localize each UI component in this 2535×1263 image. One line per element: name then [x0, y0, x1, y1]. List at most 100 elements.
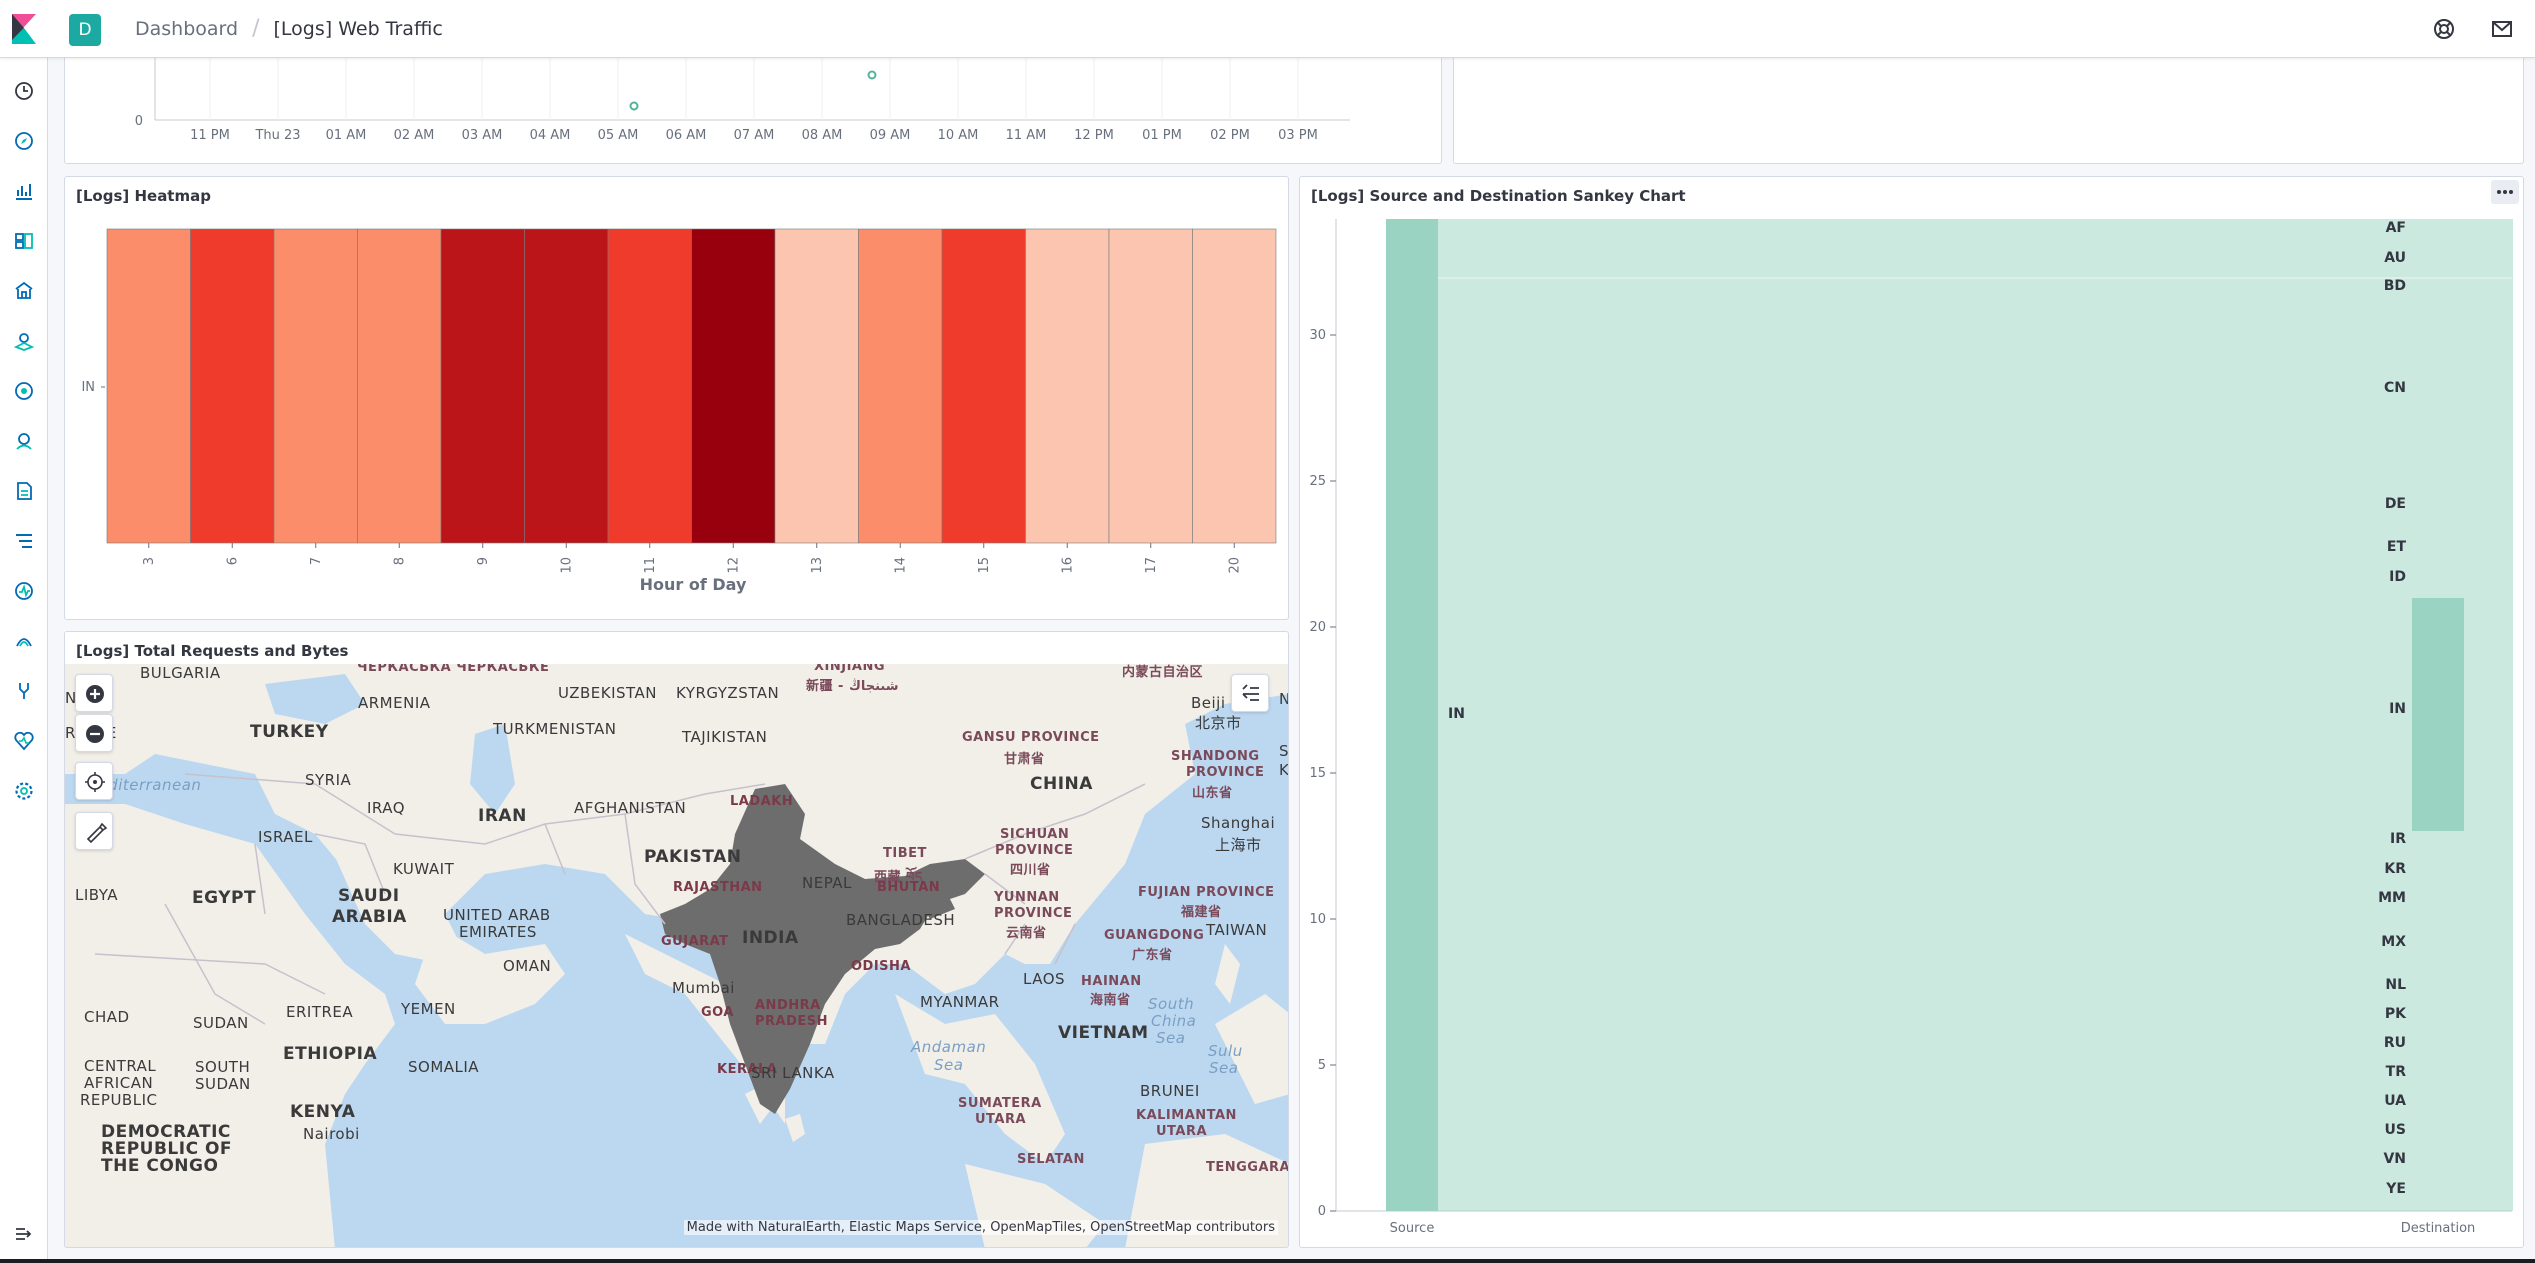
- uptime-icon[interactable]: [13, 580, 35, 602]
- map-label: ERITREA: [286, 1003, 354, 1021]
- map-label: TAIWAN: [1206, 921, 1268, 939]
- map-label: XINJIANG: [814, 664, 886, 674]
- sankey-link[interactable]: [1438, 219, 2513, 1211]
- visualize-icon[interactable]: [13, 180, 35, 202]
- clock-icon[interactable]: [13, 80, 35, 102]
- map-label: South: [1148, 995, 1195, 1013]
- sankey-destination-label: IR: [2390, 831, 2406, 847]
- devtools-icon[interactable]: [13, 680, 35, 702]
- map-label: China: [1151, 1012, 1197, 1030]
- heatmap-cell[interactable]: [524, 228, 609, 544]
- layer-control-button[interactable]: [1231, 674, 1269, 712]
- help-icon[interactable]: [2432, 17, 2456, 41]
- map-label: 广东省: [1132, 948, 1173, 963]
- ml-icon[interactable]: [13, 380, 35, 402]
- map-label: LAOS: [1023, 970, 1066, 988]
- maps-icon[interactable]: [13, 330, 35, 352]
- map-attribution[interactable]: Made with NaturalEarth, Elastic Maps Ser…: [683, 1220, 1278, 1235]
- map-label: AFRICAN: [84, 1074, 154, 1092]
- zoom-out-button[interactable]: [75, 714, 113, 752]
- map-label: GOA: [701, 1005, 734, 1020]
- sankey-destination-label: PK: [2385, 1006, 2407, 1022]
- map-canvas[interactable]: BULGARIANIAЧЕРКАСЬКА ЧЕРКАСЬКЕARMENIAUZB…: [65, 664, 1289, 1247]
- compass-icon[interactable]: [13, 130, 35, 152]
- heatmap-cell[interactable]: [941, 228, 1026, 544]
- sankey-destination-label: UA: [2384, 1093, 2406, 1109]
- heatmap-cell[interactable]: [440, 228, 525, 544]
- canvas-icon[interactable]: [13, 280, 35, 302]
- infra-icon[interactable]: [13, 430, 35, 452]
- siem-icon[interactable]: [13, 630, 35, 652]
- x-tick-label: 07 AM: [734, 128, 775, 143]
- sankey-source-node[interactable]: [1386, 219, 1438, 1211]
- map-label: Nairobi: [303, 1125, 360, 1143]
- map-label: PROVINCE: [994, 906, 1073, 921]
- sankey-source-axis-label: Source: [1390, 1221, 1435, 1236]
- map-label: BRUNEI: [1140, 1082, 1200, 1100]
- heatmap-chart: IN 3 6 7 8 9 10 11 12 13 14 15 16 17 20 Hour of Day: [81, 228, 1277, 594]
- heatmap-x-tick: 17: [1144, 557, 1159, 574]
- sankey-chart: 0 5 10 15 20 25 30 IN AF AU BD CN DE ET ID IN IR KR MM MX…: [1309, 219, 2513, 1236]
- heatmap-x-tick: 14: [893, 557, 908, 574]
- map-label: SOMALIA: [408, 1058, 480, 1076]
- heatmap-cell[interactable]: [1192, 228, 1277, 544]
- sankey-y-tick: 10: [1309, 912, 1326, 927]
- sankey-destination-node-in[interactable]: [2412, 598, 2464, 831]
- map-label: EGYPT: [192, 888, 257, 908]
- kibana-logo[interactable]: [10, 14, 38, 44]
- monitoring-icon[interactable]: [13, 730, 35, 752]
- heatmap-cell[interactable]: [1025, 228, 1110, 544]
- map-label: UTARA: [975, 1112, 1027, 1127]
- mail-icon[interactable]: [2490, 17, 2514, 41]
- map-label: SOUTH: [195, 1058, 251, 1076]
- scatter-point[interactable]: [867, 70, 877, 80]
- map-label: Sulu: [1208, 1042, 1243, 1060]
- map-label: 福建省: [1181, 905, 1222, 920]
- map-label: SHANDONG: [1171, 749, 1260, 764]
- collapse-nav-icon[interactable]: [13, 1223, 35, 1245]
- map-label: GANSU PROVINCE: [962, 730, 1100, 745]
- x-tick-label: 02 PM: [1210, 128, 1250, 143]
- map-label: FUJIAN PROVINCE: [1138, 885, 1275, 900]
- sankey-y-tick: 0: [1318, 1204, 1326, 1219]
- map-label: SUMATERA: [958, 1096, 1042, 1111]
- map-label: PROVINCE: [995, 843, 1074, 858]
- map-label: OMAN: [503, 957, 552, 975]
- map-label: TENGGARA: [1206, 1160, 1289, 1175]
- map-label: CENTRAL: [84, 1057, 157, 1075]
- scatter-point[interactable]: [629, 101, 639, 111]
- dashboard-icon[interactable]: [13, 230, 35, 252]
- map-label: THE CONGO: [101, 1156, 219, 1176]
- map-label: 山东省: [1192, 786, 1233, 801]
- map-label: ISRAEL: [258, 828, 313, 846]
- sankey-y-tick: 30: [1309, 328, 1326, 343]
- heatmap-x-tick: 11: [643, 557, 658, 574]
- management-icon[interactable]: [13, 780, 35, 802]
- heatmap-x-tick: 12: [726, 557, 741, 574]
- draw-tool-button[interactable]: [75, 812, 113, 850]
- heatmap-x-tick: 13: [810, 557, 825, 574]
- heatmap-cell[interactable]: [691, 228, 776, 544]
- map-label: SAUDI: [338, 886, 400, 906]
- heatmap-cell[interactable]: [357, 228, 442, 544]
- heatmap-x-tick: 9: [476, 557, 491, 565]
- zoom-in-button[interactable]: [75, 674, 113, 712]
- heatmap-cell[interactable]: [774, 228, 859, 544]
- heatmap-cell[interactable]: [607, 228, 692, 544]
- heatmap-cell[interactable]: [190, 228, 275, 544]
- panel-title: [Logs] Total Requests and Bytes: [76, 642, 349, 660]
- map-label: ODISHA: [851, 959, 911, 974]
- map-panel: [Logs] Total Requests and Bytes BULGARIA…: [64, 631, 1289, 1248]
- apm-icon[interactable]: [13, 530, 35, 552]
- logs-icon[interactable]: [13, 480, 35, 502]
- heatmap-cell[interactable]: [273, 228, 358, 544]
- space-avatar[interactable]: D: [69, 14, 101, 46]
- map-label: PAKISTAN: [644, 847, 742, 867]
- heatmap-cell[interactable]: [1108, 228, 1193, 544]
- heatmap-cell[interactable]: [106, 228, 191, 544]
- breadcrumb-dashboard-link[interactable]: Dashboard: [135, 18, 238, 40]
- map-label: IRAQ: [367, 799, 406, 817]
- map-label: K: [1279, 761, 1289, 779]
- heatmap-cell[interactable]: [858, 228, 943, 544]
- fit-bounds-button[interactable]: [75, 762, 113, 800]
